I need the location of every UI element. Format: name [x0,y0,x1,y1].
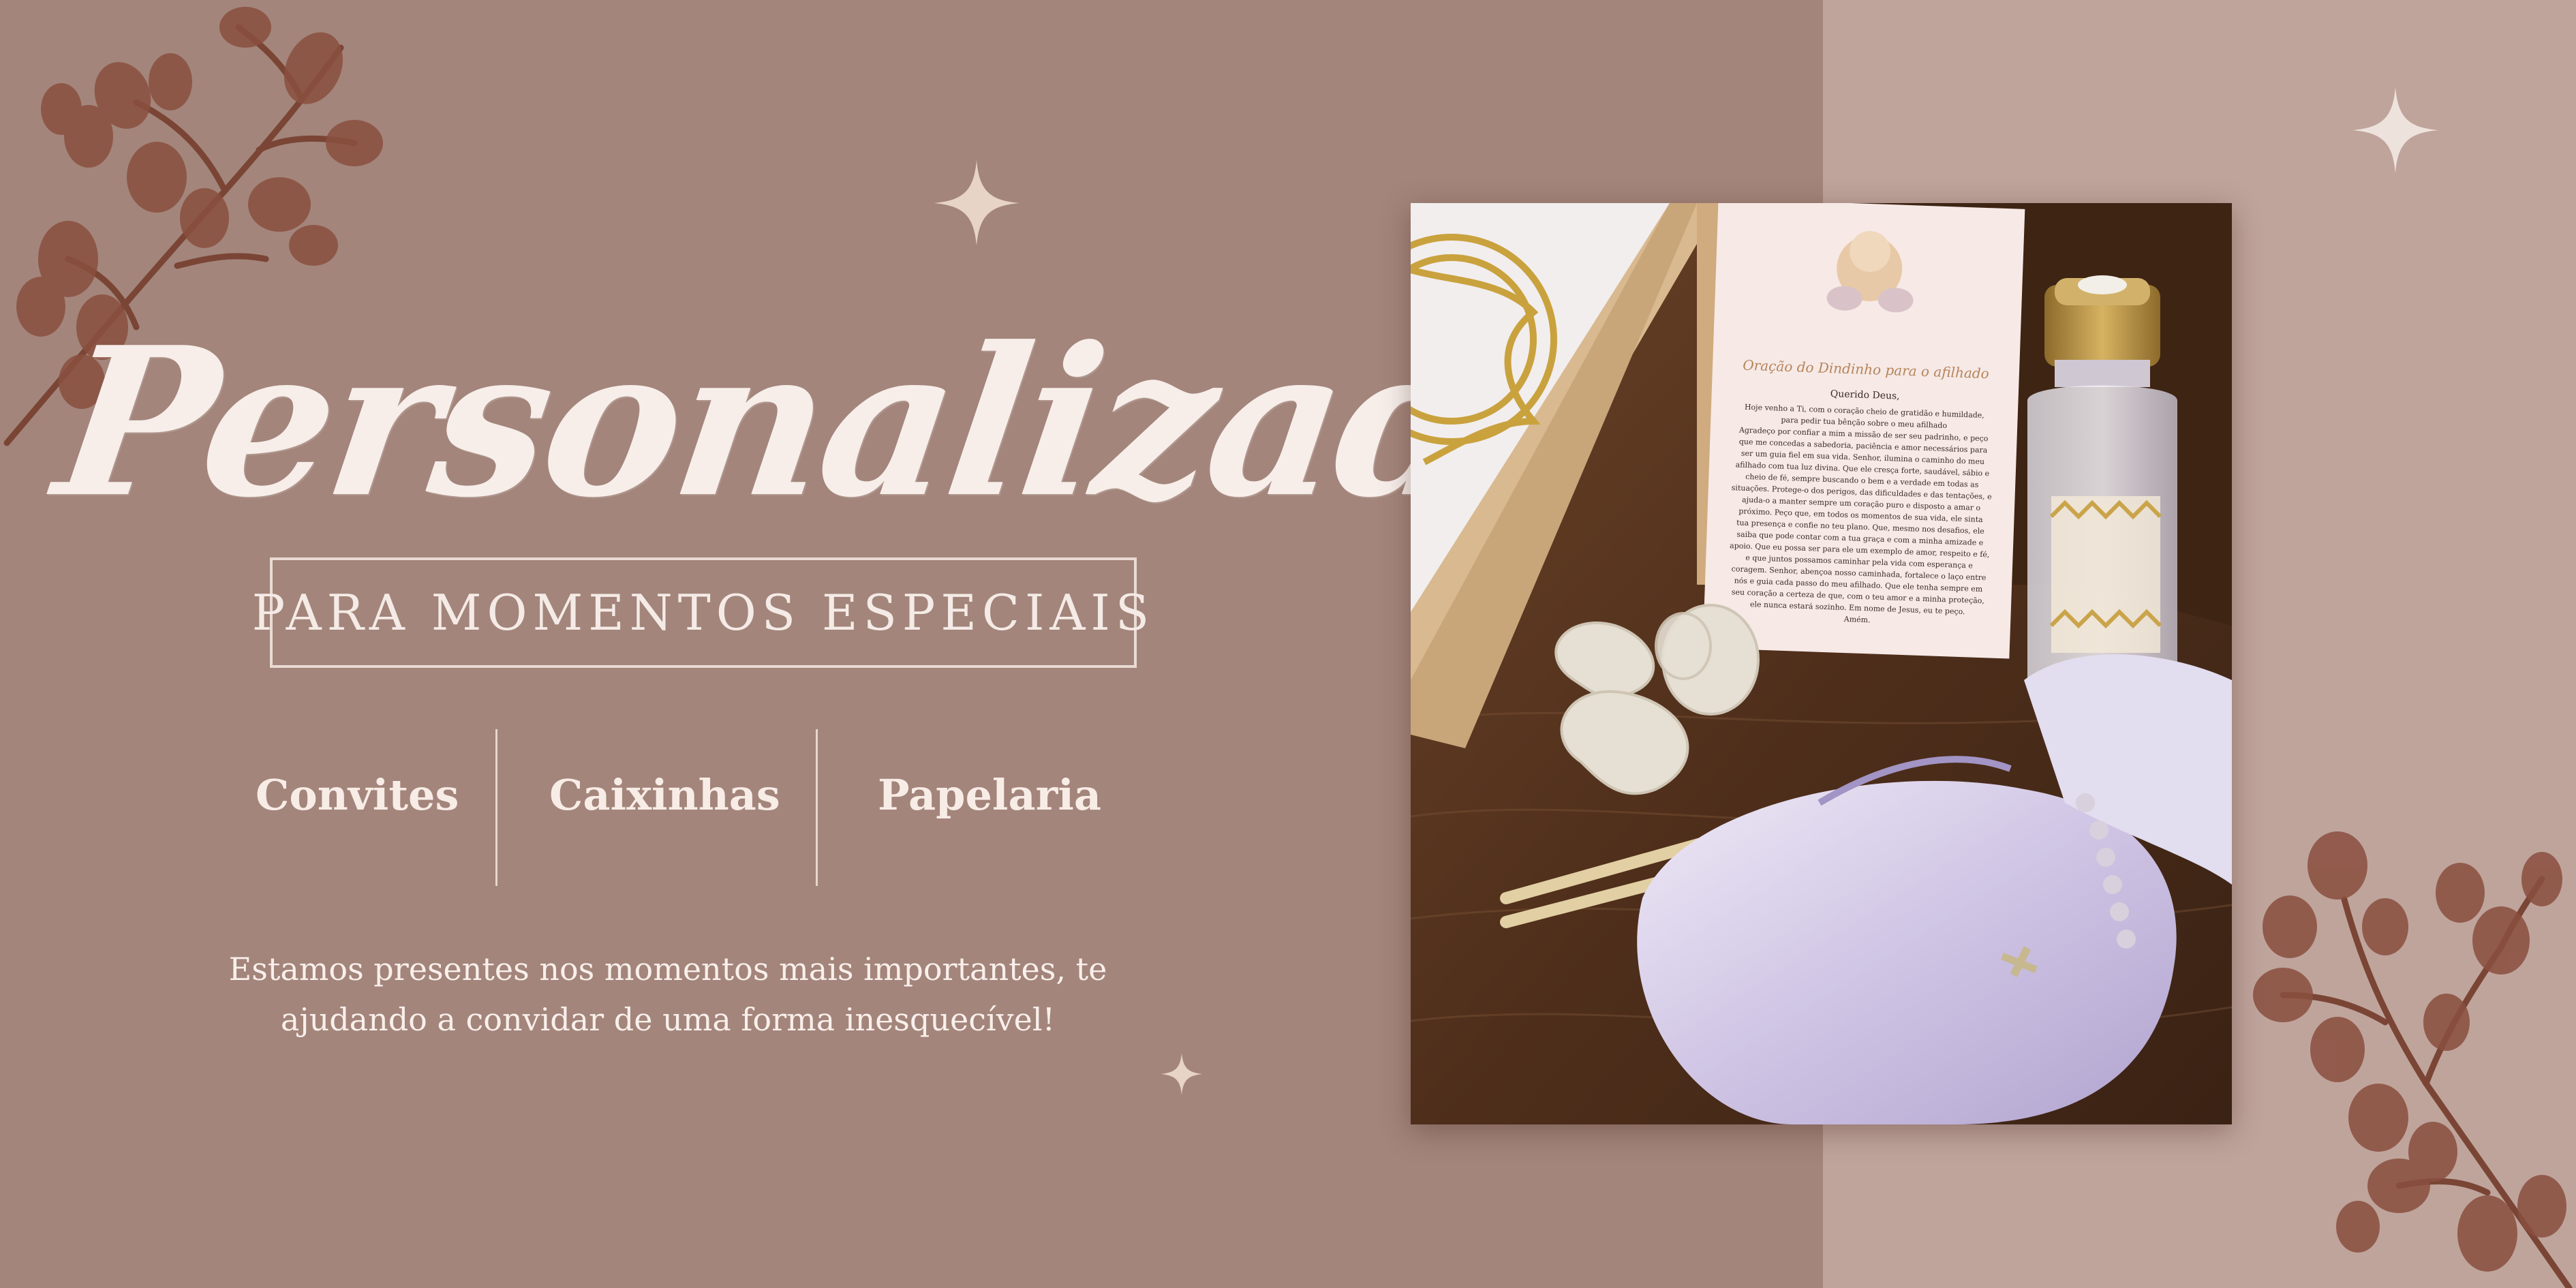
leaf-branch-bottom-right [2253,831,2573,1288]
divider [495,729,497,886]
sparkle-icon [934,160,1019,246]
sparkle-icon [2352,87,2438,173]
divider [816,729,818,886]
category-convites: Convites [256,770,459,820]
description: Estamos presentes nos momentos mais impo… [204,944,1131,1045]
subtitle-box: PARA MOMENTOS ESPECIAIS [252,557,1149,668]
card-text-line: Amém. [1843,615,1871,624]
sparkle-icon [1161,1053,1203,1095]
description-line: Estamos presentes nos momentos mais impo… [228,951,1107,987]
category-caixinhas: Caixinhas [549,770,780,820]
product-photo-illustration: Oração do Dindinho para o afilhado Queri… [1411,203,2232,1124]
category-list: Convites Caixinhas Papelaria [204,729,1159,886]
category-papelaria: Papelaria [878,770,1102,820]
description-line: ajudando a convidar de uma forma inesque… [280,1001,1056,1038]
subtitle: PARA MOMENTOS ESPECIAIS [251,584,1155,641]
product-photo: Oração do Dindinho para o afilhado Queri… [1411,203,2232,1124]
page-title: Personalizados [44,302,1738,542]
